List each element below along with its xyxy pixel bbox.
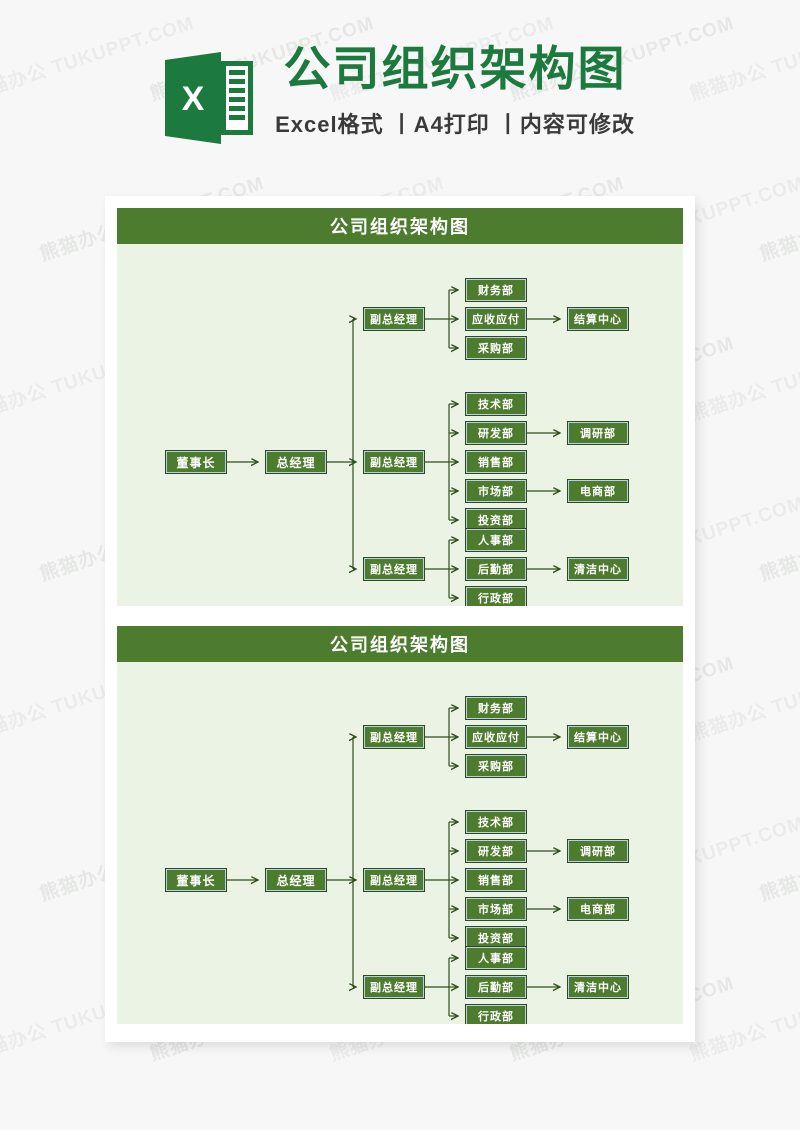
subunit-node-调研部[interactable]: 调研部	[567, 421, 629, 445]
gm-node-general-manager[interactable]: 总经理	[265, 450, 327, 474]
watermark-text: 熊猫办公 TUKUPPT.COM	[757, 493, 800, 586]
document-sheet: 公司组织架构图 财务部 应收应付 采购部 副总经理 结算中心 技术部 研发部 销售部 市场部 投资部…	[105, 196, 695, 1042]
manager-node-0[interactable]: 副总经理	[363, 725, 425, 749]
dept-node-市场部[interactable]: 市场部	[465, 479, 527, 503]
watermark-text: 熊猫办公 TUKUPPT.COM	[687, 332, 800, 426]
org-chart-block-2: 公司组织架构图 财务部 应收应付 采购部 副总经理 结算中心 技术部 研发部 销售部 市场部 投资部…	[117, 606, 683, 1024]
excel-logo-letter: X	[182, 80, 205, 118]
manager-node-0[interactable]: 副总经理	[363, 307, 425, 331]
subunit-node-结算中心[interactable]: 结算中心	[567, 725, 629, 749]
manager-node-2[interactable]: 副总经理	[363, 975, 425, 999]
dept-node-采购部[interactable]: 采购部	[465, 336, 527, 360]
subunit-node-电商部[interactable]: 电商部	[567, 897, 629, 921]
dept-node-应收应付[interactable]: 应收应付	[465, 725, 527, 749]
subunit-node-调研部[interactable]: 调研部	[567, 839, 629, 863]
manager-node-1[interactable]: 副总经理	[363, 868, 425, 892]
dept-node-研发部[interactable]: 研发部	[465, 839, 527, 863]
dept-node-人事部[interactable]: 人事部	[465, 946, 527, 970]
manager-node-2[interactable]: 副总经理	[363, 557, 425, 581]
dept-node-应收应付[interactable]: 应收应付	[465, 307, 527, 331]
watermark-text: 熊猫办公 TUKUPPT.COM	[757, 813, 800, 906]
subunit-node-清洁中心[interactable]: 清洁中心	[567, 557, 629, 581]
dept-node-后勤部[interactable]: 后勤部	[465, 975, 527, 999]
dept-node-研发部[interactable]: 研发部	[465, 421, 527, 445]
page-title: 公司组织架构图	[283, 42, 627, 95]
root-node-chairman[interactable]: 董事长	[165, 868, 227, 892]
org-chart-block-1: 公司组织架构图 财务部 应收应付 采购部 副总经理 结算中心 技术部 研发部 销售部 市场部 投资部…	[117, 196, 683, 606]
dept-node-财务部[interactable]: 财务部	[465, 278, 527, 302]
root-node-chairman[interactable]: 董事长	[165, 450, 227, 474]
excel-logo-icon: X	[165, 52, 254, 144]
dept-node-后勤部[interactable]: 后勤部	[465, 557, 527, 581]
dept-node-技术部[interactable]: 技术部	[465, 810, 527, 834]
page-header: X 公司组织架构图 Excel格式 丨A4打印 丨内容可修改	[0, 42, 800, 164]
dept-node-行政部[interactable]: 行政部	[465, 586, 527, 606]
dept-node-销售部[interactable]: 销售部	[465, 868, 527, 892]
org-chart-title: 公司组织架构图	[117, 626, 683, 662]
subunit-node-清洁中心[interactable]: 清洁中心	[567, 975, 629, 999]
dept-node-采购部[interactable]: 采购部	[465, 754, 527, 778]
page-subtitle: Excel格式 丨A4打印 丨内容可修改	[275, 111, 635, 137]
org-chart-canvas: 财务部 应收应付 采购部 副总经理 结算中心 技术部 研发部 销售部 市场部 投资部 副总经理 调研部…	[117, 662, 683, 1024]
watermark-text: 熊猫办公 TUKUPPT.COM	[687, 652, 800, 746]
dept-node-技术部[interactable]: 技术部	[465, 392, 527, 416]
dept-node-财务部[interactable]: 财务部	[465, 696, 527, 720]
subunit-node-电商部[interactable]: 电商部	[567, 479, 629, 503]
dept-node-行政部[interactable]: 行政部	[465, 1004, 527, 1024]
dept-node-销售部[interactable]: 销售部	[465, 450, 527, 474]
org-chart-canvas: 财务部 应收应付 采购部 副总经理 结算中心 技术部 研发部 销售部 市场部 投资部 副总经理 调研部…	[117, 244, 683, 606]
watermark-text: 熊猫办公 TUKUPPT.COM	[687, 972, 800, 1066]
manager-node-1[interactable]: 副总经理	[363, 450, 425, 474]
org-chart-title: 公司组织架构图	[117, 208, 683, 244]
dept-node-人事部[interactable]: 人事部	[465, 528, 527, 552]
dept-node-市场部[interactable]: 市场部	[465, 897, 527, 921]
gm-node-general-manager[interactable]: 总经理	[265, 868, 327, 892]
watermark-text: 熊猫办公 TUKUPPT.COM	[757, 173, 800, 266]
subunit-node-结算中心[interactable]: 结算中心	[567, 307, 629, 331]
